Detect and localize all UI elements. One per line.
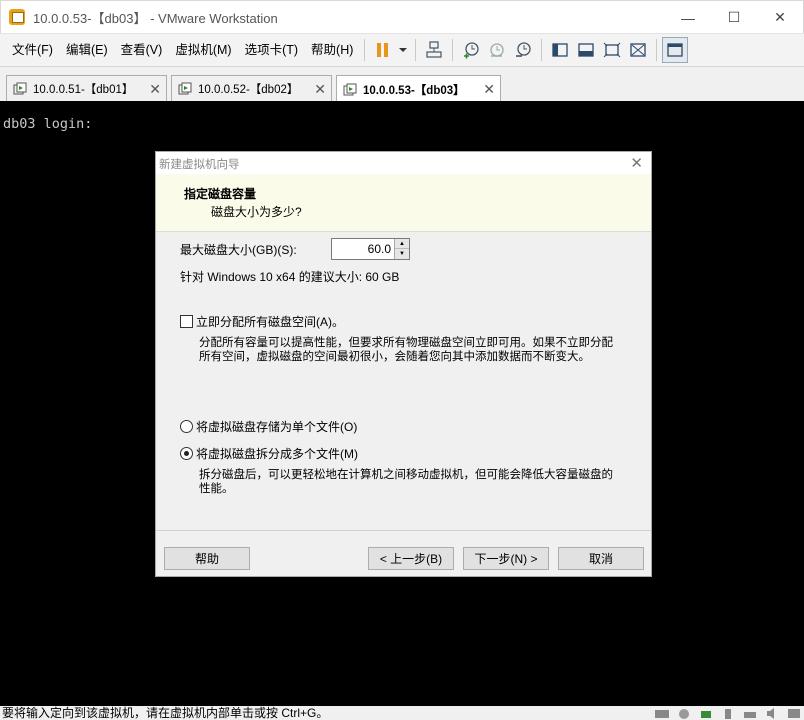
console-view-icon[interactable] bbox=[573, 37, 599, 63]
max-disk-size-input[interactable] bbox=[332, 239, 394, 259]
cancel-button[interactable]: 取消 bbox=[558, 547, 644, 570]
chevron-down-icon[interactable] bbox=[396, 37, 410, 63]
menu-help[interactable]: 帮助(H) bbox=[305, 39, 359, 61]
library-view-icon[interactable] bbox=[547, 37, 573, 63]
toolbar-separator bbox=[656, 39, 658, 61]
usb-icon[interactable] bbox=[720, 706, 736, 720]
maximize-button[interactable]: ☐ bbox=[711, 1, 757, 34]
cd-rom-icon[interactable] bbox=[676, 706, 692, 720]
display-icon[interactable] bbox=[786, 706, 802, 720]
unity-mode-icon[interactable] bbox=[625, 37, 651, 63]
status-bar: 要将输入定向到该虚拟机，请在虚拟机内部单击或按 Ctrl+G。 bbox=[0, 706, 804, 720]
dialog-footer-divider bbox=[156, 530, 651, 531]
dialog-heading: 指定磁盘容量 bbox=[184, 187, 257, 201]
menu-view[interactable]: 查看(V) bbox=[115, 39, 169, 61]
next-button[interactable]: 下一步(N) > bbox=[463, 547, 549, 570]
tab-label: 10.0.0.51-【db01】 bbox=[33, 84, 134, 96]
close-icon[interactable]: ✕ bbox=[314, 81, 326, 98]
hard-disk-icon[interactable] bbox=[654, 706, 670, 720]
toolbar-separator bbox=[452, 39, 454, 61]
minimize-button[interactable]: — bbox=[665, 1, 711, 34]
tab-label: 10.0.0.53-【db03】 bbox=[363, 84, 465, 97]
multi-file-description: 拆分磁盘后，可以更轻松地在计算机之间移动虚拟机，但可能会降低大容量磁盘的 性能。 bbox=[199, 468, 639, 496]
toolbar-separator bbox=[541, 39, 543, 61]
window-title: 10.0.0.53-【db03】 - VMware Workstation bbox=[33, 10, 278, 26]
vm-icon bbox=[343, 83, 357, 95]
dialog-close-icon[interactable]: ✕ bbox=[630, 154, 643, 172]
back-button[interactable]: < 上一步(B) bbox=[368, 547, 454, 570]
max-disk-size-stepper[interactable]: ▲ ▼ bbox=[331, 238, 410, 260]
console-login-prompt: db03 login: bbox=[3, 116, 93, 132]
vm-tab-strip: 10.0.0.51-【db01】 ✕ 10.0.0.52-【db02】 ✕ 10… bbox=[0, 66, 804, 103]
menu-vm[interactable]: 虚拟机(M) bbox=[169, 39, 237, 61]
vm-icon bbox=[178, 82, 192, 95]
new-vm-wizard-dialog: 新建虚拟机向导 ✕ 指定磁盘容量 磁盘大小为多少? 最大磁盘大小(GB)(S):… bbox=[155, 151, 652, 577]
title-bar: 10.0.0.53-【db03】 - VMware Workstation — … bbox=[0, 0, 804, 33]
multi-file-label: 将虚拟磁盘拆分成多个文件(M) bbox=[196, 447, 358, 461]
close-icon[interactable]: ✕ bbox=[483, 81, 495, 98]
single-file-label: 将虚拟磁盘存储为单个文件(O) bbox=[196, 420, 358, 434]
dialog-title-bar: 新建虚拟机向导 ✕ bbox=[156, 152, 651, 174]
tab-label: 10.0.0.52-【db02】 bbox=[198, 84, 299, 96]
allocate-desc-line: 所有空间，虚拟磁盘的空间最初很小，会随着您向其中添加数据而不断变大。 bbox=[199, 351, 590, 363]
dialog-title: 新建虚拟机向导 bbox=[159, 159, 240, 171]
stepper-up-icon[interactable]: ▲ bbox=[395, 239, 409, 249]
network-icon[interactable] bbox=[698, 706, 714, 720]
tab-db01[interactable]: 10.0.0.51-【db01】 ✕ bbox=[6, 75, 167, 102]
dialog-subheading: 磁盘大小为多少? bbox=[211, 205, 302, 219]
snapshot-revert-icon[interactable] bbox=[484, 37, 510, 63]
multi-file-radio[interactable] bbox=[180, 447, 193, 460]
single-file-radio[interactable] bbox=[180, 420, 193, 433]
single-file-option[interactable]: 将虚拟磁盘存储为单个文件(O) bbox=[180, 418, 357, 435]
thumbnail-view-icon[interactable] bbox=[662, 37, 689, 63]
allocate-desc-line: 分配所有容量可以提高性能，但要求所有物理磁盘空间立即可用。如果不立即分配 bbox=[199, 337, 613, 349]
status-text: 要将输入定向到该虚拟机，请在虚拟机内部单击或按 Ctrl+G。 bbox=[2, 706, 329, 720]
snapshot-manager-icon[interactable] bbox=[510, 37, 536, 63]
allocate-all-checkbox[interactable] bbox=[180, 315, 193, 328]
vmware-app-icon bbox=[9, 9, 25, 25]
recommended-size-text: 针对 Windows 10 x64 的建议大小: 60 GB bbox=[180, 270, 400, 284]
send-ctrl-alt-del-icon[interactable] bbox=[421, 37, 447, 63]
pause-icon[interactable] bbox=[370, 37, 396, 63]
menu-bar: 文件(F) 编辑(E) 查看(V) 虚拟机(M) 选项卡(T) 帮助(H) bbox=[0, 33, 804, 66]
close-icon[interactable]: ✕ bbox=[149, 81, 161, 98]
stepper-down-icon[interactable]: ▼ bbox=[395, 249, 409, 259]
multi-desc-line: 性能。 bbox=[199, 483, 234, 495]
sound-icon[interactable] bbox=[764, 706, 780, 720]
printer-icon[interactable] bbox=[742, 706, 758, 720]
allocate-all-checkbox-row[interactable]: 立即分配所有磁盘空间(A)。 bbox=[180, 313, 344, 330]
snapshot-take-icon[interactable] bbox=[458, 37, 484, 63]
menu-tabs[interactable]: 选项卡(T) bbox=[239, 39, 304, 61]
allocate-description: 分配所有容量可以提高性能，但要求所有物理磁盘空间立即可用。如果不立即分配 所有空… bbox=[199, 336, 639, 364]
menu-edit[interactable]: 编辑(E) bbox=[60, 39, 114, 61]
menu-file[interactable]: 文件(F) bbox=[6, 39, 59, 61]
close-button[interactable]: ✕ bbox=[757, 1, 803, 34]
toolbar-separator bbox=[415, 39, 417, 61]
tab-db03[interactable]: 10.0.0.53-【db03】 ✕ bbox=[336, 75, 501, 103]
tab-db02[interactable]: 10.0.0.52-【db02】 ✕ bbox=[171, 75, 332, 102]
vm-icon bbox=[13, 82, 27, 95]
dialog-header: 指定磁盘容量 磁盘大小为多少? bbox=[156, 174, 651, 232]
max-disk-size-label: 最大磁盘大小(GB)(S): bbox=[180, 243, 297, 257]
multi-desc-line: 拆分磁盘后，可以更轻松地在计算机之间移动虚拟机，但可能会降低大容量磁盘的 bbox=[199, 469, 613, 481]
help-button[interactable]: 帮助 bbox=[164, 547, 250, 570]
toolbar-separator bbox=[364, 39, 366, 61]
device-status-icons bbox=[654, 706, 802, 720]
allocate-all-label: 立即分配所有磁盘空间(A)。 bbox=[196, 315, 344, 329]
multi-file-option[interactable]: 将虚拟磁盘拆分成多个文件(M) bbox=[180, 445, 358, 462]
full-screen-icon[interactable] bbox=[599, 37, 625, 63]
